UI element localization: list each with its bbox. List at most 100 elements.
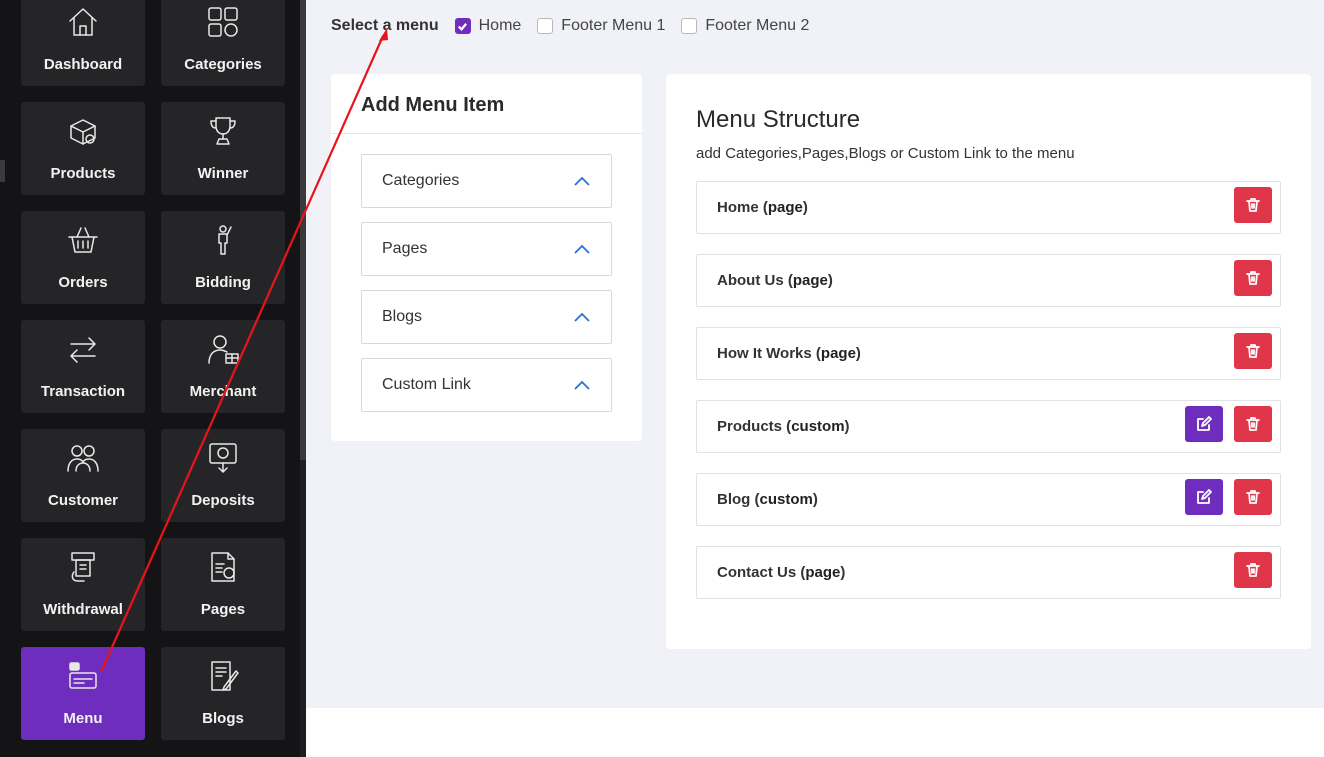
edit-icon — [1197, 489, 1212, 504]
sidebar-item-pages[interactable]: Pages — [161, 538, 285, 631]
sidebar-item-orders[interactable]: Orders — [21, 211, 145, 304]
sidebar-item-customer[interactable]: Customer — [21, 429, 145, 522]
sidebar-scrollbar[interactable] — [300, 0, 306, 460]
item-name: Home — [717, 199, 759, 216]
item-type: page — [820, 345, 856, 362]
menu-option-label: Footer Menu 1 — [561, 17, 666, 34]
sidebar-item-label: Transaction — [40, 383, 126, 400]
accordion-categories[interactable]: Categories — [361, 154, 612, 208]
menu-structure-item[interactable]: Products (custom) — [696, 400, 1281, 453]
item-name: Products — [717, 418, 783, 435]
sidebar-item-transaction[interactable]: Transaction — [21, 320, 145, 413]
trash-icon — [1246, 344, 1260, 358]
grid-icon — [206, 5, 240, 39]
checkbox[interactable] — [681, 18, 698, 34]
delete-button[interactable] — [1234, 406, 1272, 442]
panel-subtitle: add Categories,Pages,Blogs or Custom Lin… — [696, 145, 1075, 162]
sidebar-item-products[interactable]: Products — [21, 102, 145, 195]
checkbox-checked[interactable] — [454, 18, 471, 34]
menu-option-home[interactable]: Home — [454, 17, 522, 35]
delete-button[interactable] — [1234, 479, 1272, 515]
sidebar-item-withdrawal[interactable]: Withdrawal — [21, 538, 145, 631]
delete-button[interactable] — [1234, 260, 1272, 296]
deposit-icon — [206, 441, 240, 475]
menu-structure-item[interactable]: Contact Us (page) — [696, 546, 1281, 599]
sidebar-item-label: Menu — [63, 710, 103, 727]
delete-button[interactable] — [1234, 552, 1272, 588]
sidebar-item-menu[interactable]: Menu — [21, 647, 145, 740]
panel-title: Menu Structure — [696, 106, 861, 133]
atm-icon — [66, 550, 100, 584]
trash-icon — [1246, 198, 1260, 212]
sidebar-item-label: Customer — [47, 492, 118, 509]
trash-icon — [1246, 563, 1260, 577]
raised-hand-icon — [206, 223, 240, 257]
accordion-label: Categories — [382, 172, 460, 189]
sidebar-item-blogs[interactable]: Blogs — [161, 647, 285, 740]
trash-icon — [1246, 417, 1260, 431]
accordion-label: Pages — [382, 240, 428, 257]
menu-structure-panel: Menu Structure add Categories,Pages,Blog… — [666, 74, 1311, 649]
trophy-icon — [206, 114, 240, 148]
chevron-up-icon — [574, 176, 590, 186]
chevron-up-icon — [574, 312, 590, 322]
item-type: page — [792, 272, 828, 289]
sidebar-item-label: Bidding — [195, 274, 251, 291]
item-type: custom — [791, 418, 845, 435]
sidebar-item-categories[interactable]: Categories — [161, 0, 285, 86]
item-name: About Us — [717, 272, 784, 289]
accordion-label: Blogs — [382, 308, 423, 325]
trash-icon — [1246, 271, 1260, 285]
sidebar-item-winner[interactable]: Winner — [161, 102, 285, 195]
accordion-custom-link[interactable]: Custom Link — [361, 358, 612, 412]
sidebar-item-label: Blogs — [202, 710, 244, 727]
merchant-icon — [206, 332, 240, 366]
sidebar-item-label: Deposits — [191, 492, 255, 509]
delete-button[interactable] — [1234, 333, 1272, 369]
item-type: page — [767, 199, 803, 216]
box-icon — [66, 114, 100, 148]
sidebar-item-label: Orders — [58, 274, 108, 291]
trash-icon — [1246, 490, 1260, 504]
checkbox[interactable] — [537, 18, 554, 34]
menu-option-footer-1[interactable]: Footer Menu 1 — [537, 17, 665, 35]
edit-button[interactable] — [1185, 406, 1223, 442]
sidebar-item-label: Categories — [184, 56, 262, 73]
menu-structure-item[interactable]: Blog (custom) — [696, 473, 1281, 526]
item-name: How It Works — [717, 345, 812, 362]
item-name: Blog — [717, 491, 751, 508]
delete-button[interactable] — [1234, 187, 1272, 223]
check-icon — [458, 22, 468, 31]
accordion-label: Custom Link — [382, 376, 471, 393]
sidebar: Dashboard Categories Products Winner Ord… — [0, 0, 300, 757]
blog-icon — [206, 659, 240, 693]
sidebar-item-label: Dashboard — [43, 56, 123, 73]
sidebar-item-dashboard[interactable]: Dashboard — [21, 0, 145, 86]
arrows-icon — [66, 332, 100, 366]
menu-structure-item[interactable]: How It Works (page) — [696, 327, 1281, 380]
edit-icon — [1197, 416, 1212, 431]
sidebar-item-merchant[interactable]: Merchant — [161, 320, 285, 413]
menu-option-label: Home — [478, 17, 522, 34]
add-menu-item-panel: Add Menu Item Categories Pages Blogs Cus… — [331, 74, 642, 441]
footer-area — [306, 708, 1324, 757]
accordion-blogs[interactable]: Blogs — [361, 290, 612, 344]
menu-select-label: Select a menu — [331, 17, 439, 34]
basket-icon — [66, 223, 100, 257]
sidebar-item-bidding[interactable]: Bidding — [161, 211, 285, 304]
document-icon — [206, 550, 240, 584]
menu-select-row: Select a menu Home Footer Menu 1 Footer … — [331, 14, 825, 38]
menu-structure-item[interactable]: Home (page) — [696, 181, 1281, 234]
home-icon — [66, 5, 100, 39]
menu-structure-item[interactable]: About Us (page) — [696, 254, 1281, 307]
sidebar-item-label: Products — [50, 165, 116, 182]
menu-card-icon — [66, 659, 100, 693]
sidebar-notch — [0, 160, 5, 182]
chevron-up-icon — [574, 380, 590, 390]
menu-option-footer-2[interactable]: Footer Menu 2 — [681, 17, 809, 35]
sidebar-item-label: Pages — [200, 601, 246, 618]
edit-button[interactable] — [1185, 479, 1223, 515]
accordion-pages[interactable]: Pages — [361, 222, 612, 276]
sidebar-item-label: Merchant — [189, 383, 257, 400]
sidebar-item-deposits[interactable]: Deposits — [161, 429, 285, 522]
